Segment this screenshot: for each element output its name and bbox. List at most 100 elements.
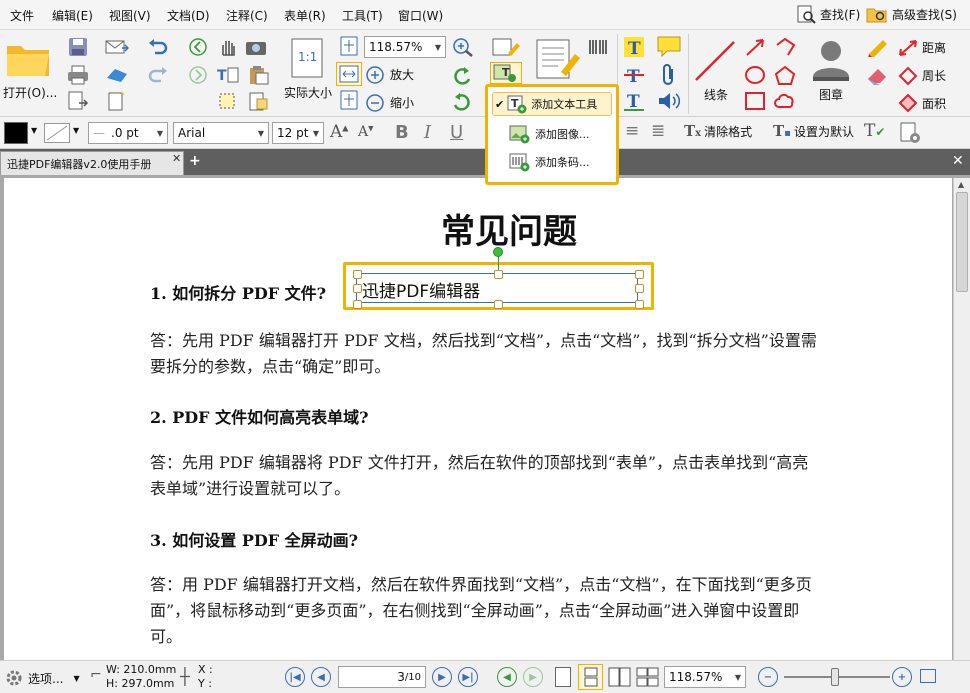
resize-handle[interactable] xyxy=(494,270,503,279)
resize-handle[interactable] xyxy=(635,300,644,309)
facing-view-icon[interactable] xyxy=(608,667,632,687)
distance-icon[interactable] xyxy=(896,38,920,58)
new-document-icon[interactable] xyxy=(104,90,130,112)
back-icon[interactable] xyxy=(186,36,210,58)
set-default-button[interactable]: T▪ 设置为默认 xyxy=(773,122,854,140)
clipboard-icon[interactable] xyxy=(243,64,273,86)
arrow-icon[interactable] xyxy=(742,36,768,58)
stamp-icon[interactable] xyxy=(806,36,856,84)
zoom-in-tool-icon[interactable] xyxy=(450,36,476,58)
forward-icon[interactable] xyxy=(186,64,210,86)
close-document-icon[interactable]: ✕ xyxy=(952,153,964,169)
sticky-note-icon[interactable] xyxy=(656,36,682,58)
page-number-input[interactable]: 3/10 xyxy=(338,666,426,688)
cloud-icon[interactable] xyxy=(772,90,798,112)
select-text-icon[interactable]: T xyxy=(215,64,241,86)
facing-continuous-view-icon[interactable] xyxy=(636,667,660,687)
menu-file[interactable]: 文件 xyxy=(10,7,34,24)
resize-handle[interactable] xyxy=(494,300,503,309)
add-content-icon[interactable]: T xyxy=(490,62,522,84)
vertical-scrollbar[interactable]: ▲ xyxy=(953,178,970,660)
rotate-ccw-icon[interactable] xyxy=(450,90,474,112)
last-page-button[interactable]: ▶| xyxy=(458,667,478,687)
menu-window[interactable]: 窗口(W) xyxy=(398,7,443,24)
align-center-icon[interactable]: ≡ xyxy=(625,121,639,141)
document-arrow-icon[interactable] xyxy=(66,90,90,112)
rotate-cw-icon[interactable] xyxy=(450,64,474,86)
close-tab-icon[interactable]: ✕ xyxy=(172,152,181,165)
resize-handle[interactable] xyxy=(635,284,644,293)
text-check-icon[interactable]: T✔ xyxy=(864,121,885,141)
scrollbar-thumb[interactable] xyxy=(956,192,968,292)
clear-format-button[interactable]: Tx 清除格式 xyxy=(684,122,752,140)
history-forward-button[interactable]: ▶ xyxy=(523,667,543,687)
hand-tool-icon[interactable] xyxy=(215,36,241,58)
find-button[interactable]: 查找(F) xyxy=(796,4,860,24)
redo-icon[interactable] xyxy=(145,64,171,86)
resize-handle[interactable] xyxy=(353,284,362,293)
fit-width-icon[interactable] xyxy=(336,62,362,86)
snapshot-icon[interactable] xyxy=(243,36,269,58)
bold-icon[interactable]: B xyxy=(395,122,409,143)
distance-label[interactable]: 距离 xyxy=(922,39,946,56)
underline-icon[interactable]: U xyxy=(450,122,463,143)
menu-document[interactable]: 文档(D) xyxy=(167,7,210,24)
page-icon[interactable] xyxy=(243,90,273,112)
add-image-item[interactable]: 添加图像... xyxy=(492,122,590,146)
fill-color-swatch[interactable] xyxy=(4,122,28,144)
pencil-icon[interactable] xyxy=(864,36,892,58)
italic-icon[interactable]: I xyxy=(424,122,431,143)
zoom-slider-thumb[interactable] xyxy=(831,668,839,686)
zoom-out-button[interactable]: − xyxy=(758,667,778,687)
menu-tools[interactable]: 工具(T) xyxy=(342,7,383,24)
properties-icon[interactable] xyxy=(898,121,922,145)
add-text-tool-item[interactable]: ✔ T 添加文本工具 xyxy=(492,92,612,116)
line-width-combo[interactable]: — .0 pt ▼ xyxy=(88,122,168,144)
shrink-font-icon[interactable]: A▼ xyxy=(358,124,374,140)
ellipse-icon[interactable] xyxy=(742,64,768,86)
zoom-in-button[interactable]: + xyxy=(892,667,912,687)
grow-font-icon[interactable]: A▲ xyxy=(330,122,348,142)
first-page-button[interactable]: |◀ xyxy=(285,667,305,687)
align-justify-icon[interactable]: ≣ xyxy=(651,121,665,141)
edit-document-icon[interactable] xyxy=(534,38,584,82)
menu-edit[interactable]: 编辑(E) xyxy=(52,7,93,24)
text-highlight-icon[interactable]: T xyxy=(622,36,646,58)
menu-view[interactable]: 视图(V) xyxy=(109,7,151,24)
actual-size-button[interactable]: 1:1 xyxy=(288,36,326,80)
zoom-out-icon[interactable] xyxy=(364,92,386,114)
save-icon[interactable] xyxy=(66,36,90,58)
chevron-down-icon[interactable]: ▼ xyxy=(73,126,79,135)
select-area-icon[interactable] xyxy=(215,90,241,112)
line-tool-icon[interactable] xyxy=(690,36,740,86)
perimeter-label[interactable]: 周长 xyxy=(922,67,946,84)
next-page-button[interactable]: ▶ xyxy=(432,667,452,687)
strikeout-icon[interactable]: T xyxy=(622,64,646,86)
eraser-icon[interactable] xyxy=(864,64,892,86)
area-label[interactable]: 面积 xyxy=(922,95,946,112)
rotate-handle[interactable] xyxy=(493,247,503,257)
print-icon[interactable] xyxy=(66,64,90,86)
underline-text-icon[interactable]: T xyxy=(622,90,646,112)
pentagon-icon[interactable] xyxy=(772,64,798,86)
font-combo[interactable]: Arial ▼ xyxy=(173,122,269,144)
barcode-icon[interactable] xyxy=(586,36,610,58)
menu-comment[interactable]: 注释(C) xyxy=(226,7,268,24)
menu-form[interactable]: 表单(R) xyxy=(284,7,326,24)
font-size-combo[interactable]: 12 pt ▼ xyxy=(272,122,324,144)
scroll-up-icon[interactable]: ▲ xyxy=(958,180,964,189)
zoom-in-circle-icon[interactable] xyxy=(364,64,386,86)
document-tab[interactable]: 迅捷PDF编辑器v2.0使用手册 xyxy=(0,151,184,175)
advanced-find-button[interactable]: 高级查找(S) xyxy=(866,4,957,24)
polygon-line-icon[interactable] xyxy=(772,36,798,58)
scan-icon[interactable] xyxy=(104,64,130,86)
history-back-button[interactable]: ◀ xyxy=(497,667,517,687)
chevron-down-icon[interactable]: ▼ xyxy=(31,126,37,135)
previous-page-button[interactable]: ◀ xyxy=(311,667,331,687)
zoom-out-label[interactable]: 缩小 xyxy=(390,94,414,111)
single-page-view-icon[interactable] xyxy=(555,667,571,687)
status-zoom-combo[interactable]: 118.57% ▼ xyxy=(664,666,746,688)
perimeter-icon[interactable] xyxy=(896,66,920,86)
fit-visible-icon[interactable] xyxy=(338,90,360,110)
rectangle-icon[interactable] xyxy=(742,90,768,112)
